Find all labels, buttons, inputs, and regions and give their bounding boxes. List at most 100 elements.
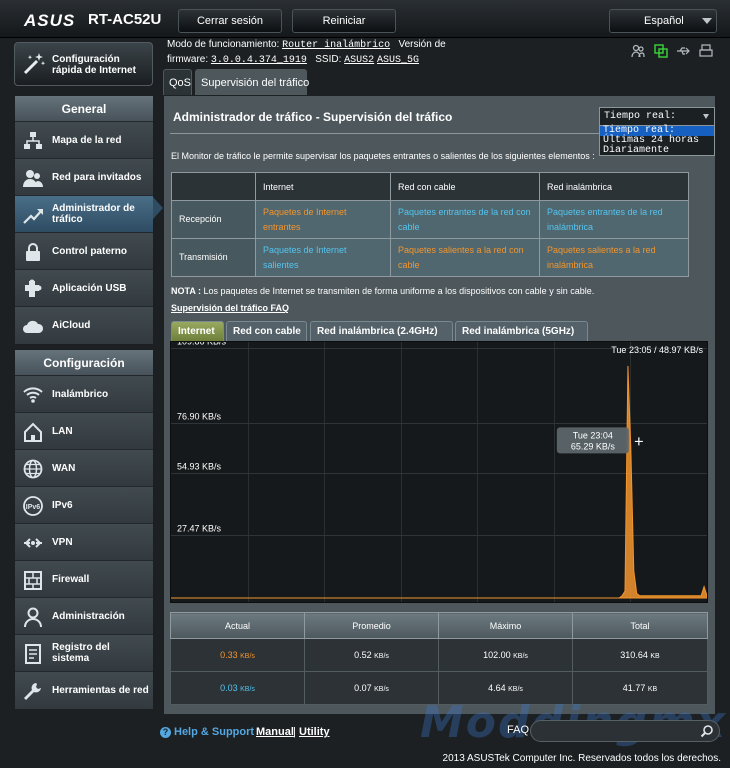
search-icon[interactable] bbox=[700, 724, 714, 738]
clients-icon[interactable] bbox=[631, 44, 645, 58]
asus-logo: ASUS bbox=[24, 11, 76, 30]
sidebar-item-label: Inalámbrico bbox=[52, 388, 109, 400]
period-select[interactable]: Tiempo real: bbox=[599, 107, 715, 126]
stats-cell: 310.64 KB bbox=[572, 638, 708, 672]
quick-setup-label: Configuración rápida de Internet bbox=[52, 54, 136, 76]
version-label: Versión de bbox=[398, 39, 446, 50]
stats-cell: 0.33 KB/s bbox=[170, 638, 305, 672]
magic-wand-icon bbox=[23, 53, 46, 75]
top-bar: ASUS RT-AC52U Cerrar sesión Reiniciar Es… bbox=[0, 0, 730, 38]
help-support-link[interactable]: ? Help & Support bbox=[160, 726, 254, 738]
ssid-link-1[interactable]: ASUS2 bbox=[344, 55, 374, 66]
stats-value: 310.64 bbox=[620, 650, 648, 660]
sidebar-item-label: Control paterno bbox=[52, 245, 127, 257]
tooltip-value: 65.29 KB/s bbox=[571, 441, 616, 451]
note-text: NOTA : Los paquetes de Internet se trans… bbox=[171, 286, 594, 296]
table-cell: Paquetes salientes a la red con cable bbox=[390, 238, 540, 277]
traffic-faq-link[interactable]: Supervisión del tráfico FAQ bbox=[171, 303, 289, 313]
wan-icon bbox=[23, 459, 43, 479]
mode-label: Modo de funcionamiento: bbox=[167, 39, 280, 50]
usb-icon[interactable] bbox=[676, 44, 690, 58]
sidebar-item-label: Aplicación USB bbox=[52, 282, 127, 294]
faq-search-input[interactable] bbox=[530, 720, 720, 742]
sidebar-item-wan[interactable]: WAN bbox=[15, 450, 153, 487]
model-name: RT-AC52U bbox=[88, 11, 162, 28]
sidebar-item-wireless[interactable]: Inalámbrico bbox=[15, 376, 153, 413]
chart-tab-wired[interactable]: Red con cable bbox=[226, 321, 307, 341]
traffic-chart[interactable]: 109.86 KB/s 76.90 KB/s 54.93 KB/s 27.47 KB/… bbox=[170, 341, 708, 603]
sidebar-item-firewall[interactable]: Firewall bbox=[15, 561, 153, 598]
sidebar-item-ipv6[interactable]: IPv6 IPv6 bbox=[15, 487, 153, 524]
stats-table: Actual Promedio Máximo Total 0.33 KB/s 0… bbox=[170, 612, 708, 705]
firmware-value-link[interactable]: 3.0.0.4.374_1919 bbox=[211, 55, 307, 66]
mode-value-link[interactable]: Router inalámbrico bbox=[282, 40, 390, 51]
stats-cell: 102.00 KB/s bbox=[438, 638, 573, 672]
logout-button[interactable]: Cerrar sesión bbox=[178, 9, 282, 33]
printer-icon[interactable] bbox=[699, 44, 713, 58]
table-header bbox=[171, 172, 256, 201]
sidebar-item-label: AiCloud bbox=[52, 320, 91, 331]
sidebar-item-guest-network[interactable]: Red para invitados bbox=[15, 159, 153, 196]
chart-tab-internet[interactable]: Internet bbox=[171, 321, 224, 341]
sidebar-item-label: Mapa de la red bbox=[52, 134, 122, 146]
ssid-link-2[interactable]: ASUS_5G bbox=[377, 55, 419, 66]
wireless-icon bbox=[23, 387, 43, 403]
traffic-manager-icon bbox=[23, 209, 43, 224]
network-tools-icon bbox=[24, 683, 41, 700]
nav-general-header: General bbox=[15, 96, 153, 122]
sidebar-item-label: Herramientas de red bbox=[52, 685, 149, 696]
help-icon: ? bbox=[160, 727, 171, 738]
sidebar-item-administration[interactable]: Administración bbox=[15, 598, 153, 635]
stats-value: 41.77 bbox=[622, 683, 646, 693]
traffic-legend-table: Internet Red con cable Red inalámbrica R… bbox=[171, 172, 689, 277]
nav-general-group: General Mapa de la red Red para invitado… bbox=[14, 95, 154, 345]
sidebar-item-network-map[interactable]: Mapa de la red bbox=[15, 122, 153, 159]
sidebar-item-system-log[interactable]: Registro del sistema bbox=[15, 635, 153, 672]
stats-unit: KB/s bbox=[374, 686, 389, 693]
table-cell: Paquetes entrantes de la red con cable bbox=[390, 200, 540, 239]
sidebar-item-parental-control[interactable]: Control paterno bbox=[15, 233, 153, 270]
stats-value: 102.00 bbox=[483, 650, 511, 660]
ipv6-icon: IPv6 bbox=[23, 496, 43, 516]
nav-advanced-group: Configuración avanzada Inalámbrico LAN W… bbox=[14, 349, 154, 710]
chart-tab-wireless-5[interactable]: Red inalámbrica (5GHz) bbox=[455, 321, 588, 341]
stats-unit: KB bbox=[647, 686, 658, 693]
latest-reading-label: Tue 23:05 / 48.97 KB/s bbox=[611, 345, 703, 355]
stats-header: Actual bbox=[170, 612, 305, 639]
sidebar-item-lan[interactable]: LAN bbox=[15, 413, 153, 450]
firmware-label: firmware: bbox=[167, 54, 209, 65]
internet-status-icon[interactable] bbox=[654, 44, 668, 58]
sidebar-item-usb-app[interactable]: Aplicación USB bbox=[15, 270, 153, 307]
help-label: Help & Support bbox=[174, 726, 255, 738]
reboot-button[interactable]: Reiniciar bbox=[292, 9, 396, 33]
active-item-pointer bbox=[153, 197, 163, 219]
utility-link[interactable]: Utility bbox=[299, 726, 330, 738]
stats-value: 0.33 bbox=[220, 650, 238, 660]
copyright-text: 2013 ASUSTek Computer Inc. Reservados to… bbox=[442, 753, 721, 764]
parental-control-icon bbox=[26, 243, 40, 261]
table-cell: Paquetes salientes a la red inalámbrica bbox=[539, 238, 689, 277]
system-log-icon bbox=[25, 644, 41, 664]
network-map-icon bbox=[24, 132, 42, 149]
language-select[interactable]: Español bbox=[609, 9, 717, 33]
quick-setup-button[interactable]: Configuración rápida de Internet bbox=[14, 42, 153, 86]
traffic-chart-svg: 109.86 KB/s 76.90 KB/s 54.93 KB/s 27.47 KB/… bbox=[171, 342, 707, 602]
sidebar-item-label: Administración bbox=[52, 610, 125, 622]
description-text: El Monitor de tráfico le permite supervi… bbox=[171, 151, 595, 161]
status-line: Modo de funcionamiento: Router inalámbri… bbox=[167, 38, 627, 68]
manual-link[interactable]: Manual bbox=[256, 726, 294, 738]
chart-tab-wireless-24[interactable]: Red inalámbrica (2.4GHz) bbox=[310, 321, 453, 341]
table-cell: Paquetes de Internet entrantes bbox=[255, 200, 391, 239]
sidebar-item-traffic-manager[interactable]: Administrador de tráfico bbox=[15, 196, 153, 233]
y-tick-label: 27.47 KB/s bbox=[177, 524, 222, 534]
sidebar-item-aicloud[interactable]: AiCloud bbox=[15, 307, 153, 344]
sidebar-item-vpn[interactable]: VPN bbox=[15, 524, 153, 561]
tab-qos[interactable]: QoS bbox=[163, 69, 192, 95]
table-row: Transmisión Paquetes de Internet salient… bbox=[171, 238, 689, 277]
stats-value: 0.07 bbox=[354, 683, 372, 693]
table-row: Recepción Paquetes de Internet entrantes… bbox=[171, 200, 689, 239]
sidebar-item-network-tools[interactable]: Herramientas de red bbox=[15, 672, 153, 709]
sidebar-item-label: VPN bbox=[52, 536, 73, 548]
tab-traffic-monitor[interactable]: Supervisión del tráfico bbox=[195, 69, 309, 95]
stats-header: Máximo bbox=[438, 612, 573, 639]
